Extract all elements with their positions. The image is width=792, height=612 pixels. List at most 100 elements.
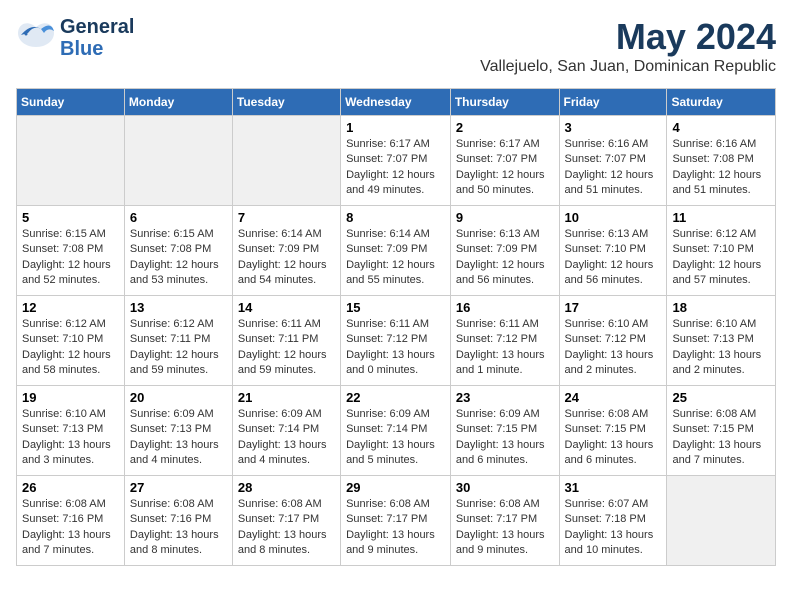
calendar-cell: 1Sunrise: 6:17 AMSunset: 7:07 PMDaylight… <box>341 116 451 206</box>
cell-info: Sunrise: 6:09 AMSunset: 7:14 PMDaylight:… <box>238 407 335 469</box>
cell-info: Sunrise: 6:14 AMSunset: 7:09 PMDaylight:… <box>346 227 445 289</box>
day-number: 31 <box>565 480 662 495</box>
calendar-cell: 2 Sunrise: 6:17 AMSunset: 7:07 PMDaylight… <box>450 116 559 206</box>
cell-info: Sunrise: 6:08 AMSunset: 7:17 PMDaylight:… <box>238 497 335 559</box>
calendar-cell: 6 Sunrise: 6:15 AMSunset: 7:08 PMDaylight… <box>124 206 232 296</box>
calendar-cell: 22Sunrise: 6:09 AMSunset: 7:14 PMDayligh… <box>341 386 451 476</box>
cell-info: Sunrise: 6:15 AMSunset: 7:08 PMDaylight:… <box>130 227 227 289</box>
cell-info: Sunrise: 6:08 AMSunset: 7:15 PMDaylight:… <box>672 407 770 469</box>
cell-info: Sunrise: 6:16 AMSunset: 7:07 PMDaylight:… <box>565 137 662 199</box>
day-number: 21 <box>238 390 335 405</box>
day-number: 17 <box>565 300 662 315</box>
cell-info: Sunrise: 6:17 AMSunset: 7:07 PMDaylight:… <box>456 137 554 199</box>
day-number: 27 <box>130 480 227 495</box>
cell-info: Sunrise: 6:07 AMSunset: 7:18 PMDaylight:… <box>565 497 662 559</box>
calendar-cell: 13Sunrise: 6:12 AMSunset: 7:11 PMDayligh… <box>124 296 232 386</box>
cell-info: Sunrise: 6:13 AMSunset: 7:10 PMDaylight:… <box>565 227 662 289</box>
calendar-cell: 15Sunrise: 6:11 AMSunset: 7:12 PMDayligh… <box>341 296 451 386</box>
calendar-cell: 14Sunrise: 6:11 AMSunset: 7:11 PMDayligh… <box>232 296 340 386</box>
day-number: 19 <box>22 390 119 405</box>
day-number: 16 <box>456 300 554 315</box>
header-wednesday: Wednesday <box>341 89 451 116</box>
header-friday: Friday <box>559 89 667 116</box>
page-header: General Blue May 2024 Vallejuelo, San Ju… <box>16 16 776 76</box>
calendar-cell <box>124 116 232 206</box>
calendar-cell: 30 Sunrise: 6:08 AMSunset: 7:17 PMDayligh… <box>450 476 559 566</box>
title-area: May 2024 Vallejuelo, San Juan, Dominican… <box>480 16 776 76</box>
day-number: 3 <box>565 120 662 135</box>
day-number: 30 <box>456 480 554 495</box>
calendar-cell: 18 Sunrise: 6:10 AMSunset: 7:13 PMDayligh… <box>667 296 776 386</box>
calendar-cell: 20 Sunrise: 6:09 AMSunset: 7:13 PMDayligh… <box>124 386 232 476</box>
day-number: 8 <box>346 210 445 225</box>
logo: General Blue <box>16 16 134 60</box>
calendar-cell: 7 Sunrise: 6:14 AMSunset: 7:09 PMDaylight… <box>232 206 340 296</box>
logo-icon <box>16 17 56 60</box>
calendar-cell: 11Sunrise: 6:12 AMSunset: 7:10 PMDayligh… <box>667 206 776 296</box>
calendar-cell <box>17 116 125 206</box>
cell-info: Sunrise: 6:08 AMSunset: 7:15 PMDaylight:… <box>565 407 662 469</box>
calendar-cell: 21 Sunrise: 6:09 AMSunset: 7:14 PMDayligh… <box>232 386 340 476</box>
day-number: 23 <box>456 390 554 405</box>
calendar-cell: 24 Sunrise: 6:08 AMSunset: 7:15 PMDayligh… <box>559 386 667 476</box>
day-number: 10 <box>565 210 662 225</box>
cell-info: Sunrise: 6:12 AMSunset: 7:10 PMDaylight:… <box>672 227 770 289</box>
calendar-cell: 31 Sunrise: 6:07 AMSunset: 7:18 PMDayligh… <box>559 476 667 566</box>
day-number: 25 <box>672 390 770 405</box>
day-number: 2 <box>456 120 554 135</box>
cell-info: Sunrise: 6:10 AMSunset: 7:13 PMDaylight:… <box>672 317 770 379</box>
calendar-table: SundayMondayTuesdayWednesdayThursdayFrid… <box>16 88 776 566</box>
day-number: 24 <box>565 390 662 405</box>
cell-info: Sunrise: 6:08 AMSunset: 7:17 PMDaylight:… <box>456 497 554 559</box>
cell-info: Sunrise: 6:15 AMSunset: 7:08 PMDaylight:… <box>22 227 119 289</box>
calendar-cell: 28Sunrise: 6:08 AMSunset: 7:17 PMDayligh… <box>232 476 340 566</box>
day-number: 9 <box>456 210 554 225</box>
calendar-cell: 5 Sunrise: 6:15 AMSunset: 7:08 PMDaylight… <box>17 206 125 296</box>
calendar-cell: 25 Sunrise: 6:08 AMSunset: 7:15 PMDayligh… <box>667 386 776 476</box>
day-number: 18 <box>672 300 770 315</box>
day-number: 6 <box>130 210 227 225</box>
month-title: May 2024 <box>480 16 776 58</box>
header-sunday: Sunday <box>17 89 125 116</box>
calendar-cell: 27 Sunrise: 6:08 AMSunset: 7:16 PMDayligh… <box>124 476 232 566</box>
cell-info: Sunrise: 6:11 AMSunset: 7:11 PMDaylight:… <box>238 317 335 379</box>
cell-info: Sunrise: 6:09 AMSunset: 7:13 PMDaylight:… <box>130 407 227 469</box>
logo-blue: Blue <box>60 38 134 60</box>
header-monday: Monday <box>124 89 232 116</box>
cell-info: Sunrise: 6:12 AMSunset: 7:10 PMDaylight:… <box>22 317 119 379</box>
cell-info: Sunrise: 6:11 AMSunset: 7:12 PMDaylight:… <box>456 317 554 379</box>
calendar-cell: 19Sunrise: 6:10 AMSunset: 7:13 PMDayligh… <box>17 386 125 476</box>
day-number: 12 <box>22 300 119 315</box>
cell-info: Sunrise: 6:08 AMSunset: 7:17 PMDaylight:… <box>346 497 445 559</box>
day-number: 20 <box>130 390 227 405</box>
calendar-cell: 3 Sunrise: 6:16 AMSunset: 7:07 PMDaylight… <box>559 116 667 206</box>
cell-info: Sunrise: 6:08 AMSunset: 7:16 PMDaylight:… <box>22 497 119 559</box>
calendar-week-3: 19Sunrise: 6:10 AMSunset: 7:13 PMDayligh… <box>17 386 776 476</box>
calendar-cell: 16 Sunrise: 6:11 AMSunset: 7:12 PMDayligh… <box>450 296 559 386</box>
cell-info: Sunrise: 6:08 AMSunset: 7:16 PMDaylight:… <box>130 497 227 559</box>
calendar-cell: 9 Sunrise: 6:13 AMSunset: 7:09 PMDaylight… <box>450 206 559 296</box>
cell-info: Sunrise: 6:09 AMSunset: 7:14 PMDaylight:… <box>346 407 445 469</box>
day-number: 29 <box>346 480 445 495</box>
cell-info: Sunrise: 6:16 AMSunset: 7:08 PMDaylight:… <box>672 137 770 199</box>
calendar-cell: 26 Sunrise: 6:08 AMSunset: 7:16 PMDayligh… <box>17 476 125 566</box>
calendar-cell <box>232 116 340 206</box>
cell-info: Sunrise: 6:13 AMSunset: 7:09 PMDaylight:… <box>456 227 554 289</box>
day-number: 13 <box>130 300 227 315</box>
calendar-week-1: 5 Sunrise: 6:15 AMSunset: 7:08 PMDaylight… <box>17 206 776 296</box>
day-number: 26 <box>22 480 119 495</box>
day-number: 1 <box>346 120 445 135</box>
calendar-cell: 4Sunrise: 6:16 AMSunset: 7:08 PMDaylight… <box>667 116 776 206</box>
calendar-week-2: 12 Sunrise: 6:12 AMSunset: 7:10 PMDayligh… <box>17 296 776 386</box>
header-saturday: Saturday <box>667 89 776 116</box>
calendar-header-row: SundayMondayTuesdayWednesdayThursdayFrid… <box>17 89 776 116</box>
logo-general: General <box>60 16 134 38</box>
calendar-week-0: 1 Sunrise: 6:17 AMSunset: 7:07 PMDaylight… <box>17 116 776 206</box>
day-number: 15 <box>346 300 445 315</box>
day-number: 7 <box>238 210 335 225</box>
calendar-cell: 17 Sunrise: 6:10 AMSunset: 7:12 PMDayligh… <box>559 296 667 386</box>
cell-info: Sunrise: 6:10 AMSunset: 7:12 PMDaylight:… <box>565 317 662 379</box>
day-number: 5 <box>22 210 119 225</box>
calendar-cell: 23Sunrise: 6:09 AMSunset: 7:15 PMDayligh… <box>450 386 559 476</box>
cell-info: Sunrise: 6:14 AMSunset: 7:09 PMDaylight:… <box>238 227 335 289</box>
